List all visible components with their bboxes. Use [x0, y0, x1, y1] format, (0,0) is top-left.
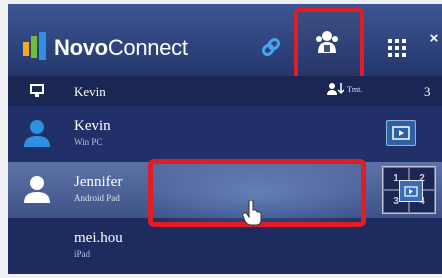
play-screen-icon: [392, 126, 410, 140]
grid-menu-icon: [388, 39, 406, 57]
device-name: Win PC: [74, 137, 103, 147]
menu-grid-button[interactable]: [383, 34, 411, 62]
users-button-highlight: [294, 8, 364, 80]
split-screen-control[interactable]: 1 2 3 4: [382, 166, 436, 214]
current-user-name: Kevin: [74, 84, 106, 99]
device-name: Android Pad: [74, 193, 120, 203]
user-list-header: Kevin Tmt. 3: [8, 76, 442, 106]
person-sort-icon: [327, 83, 344, 95]
device-name: iPad: [74, 249, 91, 259]
sort-control[interactable]: Tmt.: [326, 82, 362, 96]
close-icon[interactable]: ×: [426, 30, 442, 64]
fullscreen-present-button[interactable]: [399, 180, 423, 202]
play-screen-icon: [404, 185, 418, 197]
user-row-kevin[interactable]: Kevin Win PC: [8, 106, 442, 162]
user-avatar-icon: [24, 120, 50, 147]
user-avatar-icon: [24, 176, 50, 203]
user-name: Kevin: [74, 118, 111, 134]
present-button[interactable]: [386, 120, 416, 146]
moderator-icon: [30, 84, 44, 97]
link-button[interactable]: [256, 32, 286, 62]
novoconnect-logo-icon: [23, 32, 46, 60]
user-count: 3: [424, 84, 431, 99]
user-name: Jennifer: [74, 174, 123, 190]
user-name: mei.hou: [74, 230, 123, 246]
novoconnect-window: NovoConnect × Kevin Tmt. 3 Kevin Win PC …: [8, 4, 442, 274]
hand-cursor-icon: [242, 200, 262, 226]
app-title: NovoConnect: [54, 35, 188, 60]
link-icon: [261, 37, 281, 57]
app-header: NovoConnect ×: [8, 4, 442, 80]
sort-label: Tmt.: [347, 84, 363, 94]
